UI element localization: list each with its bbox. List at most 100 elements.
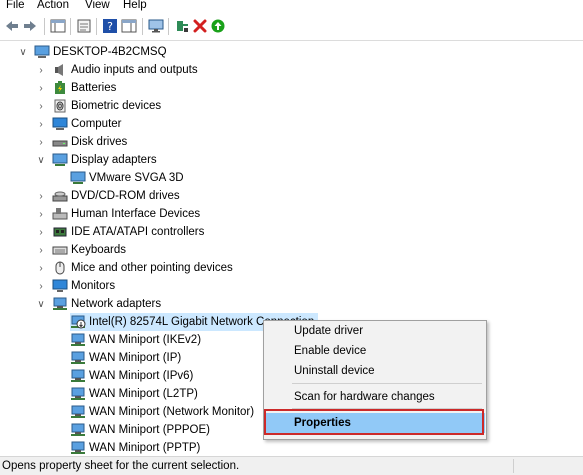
action-pane-icon[interactable]	[121, 18, 137, 34]
mouse-icon	[52, 261, 68, 275]
category-keyboards[interactable]: › Keyboards	[36, 241, 126, 259]
category-monitors[interactable]: › Monitors	[36, 277, 115, 295]
network-adapter-icon	[70, 405, 86, 419]
category-mice[interactable]: › Mice and other pointing devices	[36, 259, 233, 277]
menu-action[interactable]: Action	[37, 0, 69, 12]
category-network[interactable]: ∨ Network adapters	[36, 295, 161, 313]
device-wan-pppoe[interactable]: WAN Miniport (PPPOE)	[70, 421, 210, 439]
chevron-right-icon[interactable]: ›	[36, 205, 46, 223]
device-vmware-svga[interactable]: VMware SVGA 3D	[70, 169, 184, 187]
menu-help[interactable]: Help	[123, 0, 147, 12]
category-label: IDE ATA/ATAPI controllers	[71, 226, 205, 238]
enable-device-icon[interactable]	[210, 18, 226, 34]
chevron-right-icon[interactable]: ›	[36, 223, 46, 241]
chevron-down-icon[interactable]: ∨	[36, 151, 46, 169]
network-adapter-icon	[70, 351, 86, 365]
update-driver-icon[interactable]	[174, 18, 190, 34]
device-label: WAN Miniport (IPv6)	[89, 370, 194, 382]
menu-bar: File Action View Help	[0, 0, 583, 14]
chevron-right-icon[interactable]: ›	[36, 79, 46, 97]
network-adapter-icon	[52, 297, 68, 311]
category-dvd[interactable]: › DVD/CD-ROM drives	[36, 187, 179, 205]
uninstall-x-icon[interactable]	[192, 18, 208, 34]
menu-separator	[292, 383, 482, 384]
category-hid[interactable]: › Human Interface Devices	[36, 205, 200, 223]
menu-item-update-driver[interactable]: Update driver	[265, 321, 485, 341]
chevron-right-icon[interactable]: ›	[36, 277, 46, 295]
category-label: Batteries	[71, 82, 117, 94]
computer-icon	[52, 117, 68, 131]
network-adapter-icon	[70, 333, 86, 347]
menu-item-uninstall-device[interactable]: Uninstall device	[265, 361, 485, 381]
computer-icon	[34, 45, 50, 59]
category-label: Computer	[71, 118, 122, 130]
menu-file[interactable]: File	[6, 0, 25, 12]
toolbar-separator	[44, 18, 45, 35]
category-ide[interactable]: › IDE ATA/ATAPI controllers	[36, 223, 204, 241]
back-arrow-icon[interactable]	[4, 18, 20, 34]
chevron-right-icon[interactable]: ›	[36, 61, 46, 79]
properties-icon[interactable]	[76, 18, 92, 34]
category-label: Display adapters	[71, 154, 157, 166]
category-label: Monitors	[71, 280, 116, 292]
menu-item-enable-device[interactable]: Enable device	[265, 341, 485, 361]
device-label: VMware SVGA 3D	[89, 172, 184, 184]
chevron-right-icon[interactable]: ›	[36, 187, 46, 205]
device-label: WAN Miniport (L2TP)	[89, 388, 198, 400]
category-label: Mice and other pointing devices	[71, 262, 233, 274]
device-wan-ip[interactable]: WAN Miniport (IP)	[70, 349, 181, 367]
menu-item-label: Uninstall device	[294, 365, 375, 377]
category-batteries[interactable]: › Batteries	[36, 79, 116, 97]
help-icon[interactable]: ?	[102, 18, 118, 34]
chevron-down-icon[interactable]: ∨	[18, 43, 28, 61]
category-label: Disk drives	[71, 136, 128, 148]
device-label: WAN Miniport (IP)	[89, 352, 182, 364]
network-adapter-icon	[70, 369, 86, 383]
chevron-right-icon[interactable]: ›	[36, 133, 46, 151]
device-wan-ipv6[interactable]: WAN Miniport (IPv6)	[70, 367, 193, 385]
chevron-right-icon[interactable]: ›	[36, 259, 46, 277]
toolbar: ?	[0, 14, 583, 40]
category-label: Network adapters	[71, 298, 162, 310]
root-label: DESKTOP-4B2CMSQ	[53, 46, 167, 58]
category-label: Audio inputs and outputs	[71, 64, 198, 76]
device-label: WAN Miniport (PPTP)	[89, 442, 201, 454]
network-adapter-disabled-icon	[70, 315, 86, 329]
device-wan-netmon[interactable]: WAN Miniport (Network Monitor)	[70, 403, 254, 421]
menu-item-label: Update driver	[294, 325, 364, 337]
device-wan-ikev2[interactable]: WAN Miniport (IKEv2)	[70, 331, 201, 349]
device-label: WAN Miniport (Network Monitor)	[89, 406, 255, 418]
device-wan-l2tp[interactable]: WAN Miniport (L2TP)	[70, 385, 198, 403]
category-computer[interactable]: › Computer	[36, 115, 122, 133]
category-biometric[interactable]: › Biometric devices	[36, 97, 161, 115]
speaker-icon	[52, 63, 68, 77]
keyboard-icon	[52, 243, 68, 257]
network-adapter-icon	[70, 387, 86, 401]
category-label: Human Interface Devices	[71, 208, 201, 220]
category-audio[interactable]: › Audio inputs and outputs	[36, 61, 198, 79]
disk-drive-icon	[52, 135, 68, 149]
category-display[interactable]: ∨ Display adapters	[36, 151, 157, 169]
status-text: Opens property sheet for the current sel…	[2, 460, 240, 472]
chevron-right-icon[interactable]: ›	[36, 241, 46, 259]
tree-root[interactable]: ∨ DESKTOP-4B2CMSQ	[18, 43, 167, 61]
device-wan-pptp[interactable]: WAN Miniport (PPTP)	[70, 439, 200, 456]
toolbar-separator	[96, 18, 97, 35]
menu-item-scan-hardware[interactable]: Scan for hardware changes	[265, 387, 485, 407]
status-divider	[513, 459, 514, 473]
battery-icon	[52, 81, 68, 95]
forward-arrow-icon[interactable]	[22, 18, 38, 34]
toolbar-separator	[70, 18, 71, 35]
menu-item-label: Enable device	[294, 345, 367, 357]
console-tree-icon[interactable]	[50, 18, 66, 34]
display-adapter-icon	[52, 153, 68, 167]
menu-view[interactable]: View	[85, 0, 110, 12]
network-adapter-icon	[70, 423, 86, 437]
monitor-icon[interactable]	[148, 18, 164, 34]
chevron-right-icon[interactable]: ›	[36, 115, 46, 133]
device-label: WAN Miniport (IKEv2)	[89, 334, 202, 346]
category-disk[interactable]: › Disk drives	[36, 133, 127, 151]
chevron-right-icon[interactable]: ›	[36, 97, 46, 115]
category-label: Biometric devices	[71, 100, 162, 112]
chevron-down-icon[interactable]: ∨	[36, 295, 46, 313]
